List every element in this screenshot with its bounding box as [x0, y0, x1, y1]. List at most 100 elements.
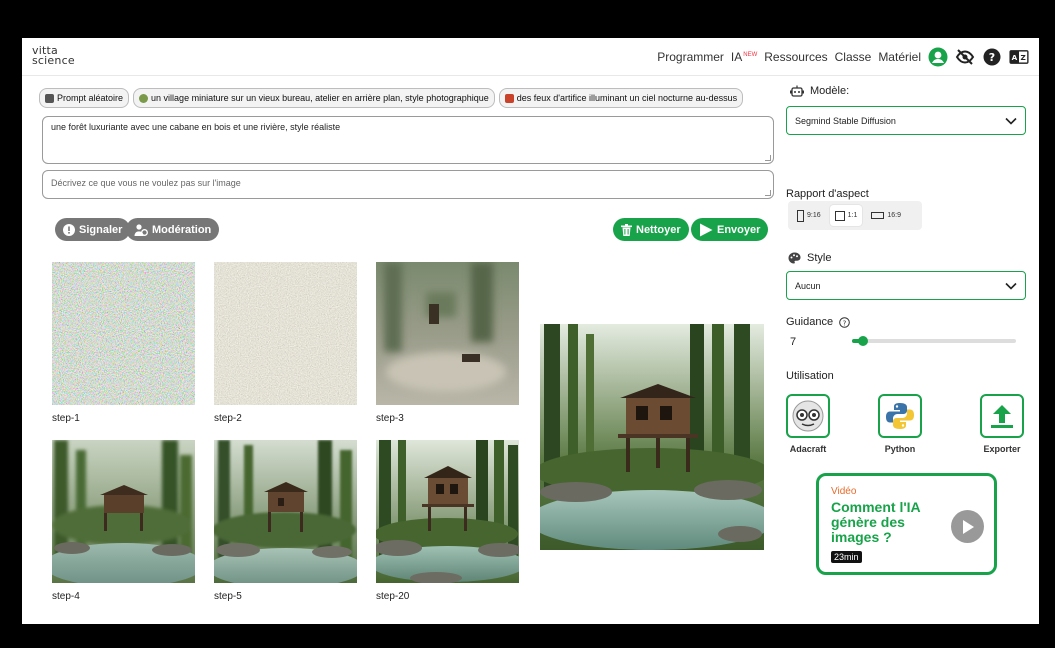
help-icon[interactable]: ? [982, 47, 1002, 67]
export-icon [980, 394, 1024, 438]
negative-prompt-placeholder: Décrivez ce que vous ne voulez pas sur l… [51, 178, 241, 188]
aspect-option-label: 16:9 [887, 212, 901, 219]
svg-text:?: ? [989, 51, 995, 64]
fireworks-icon [504, 93, 514, 103]
noise-image[interactable] [52, 262, 195, 405]
generated-result-image[interactable] [540, 324, 764, 550]
step-image-card: step-4 [44, 440, 204, 602]
video-title: Comment l'IA génère des images ? [831, 499, 921, 545]
model-select-value: Segmind Stable Diffusion [795, 115, 896, 126]
settings-sidebar: Modèle: Segmind Stable Diffusion Rapport… [786, 76, 1039, 624]
nav-materiel[interactable]: Matériel [878, 50, 921, 64]
warning-icon [63, 223, 75, 236]
tool-label: Python [884, 444, 916, 454]
landscape-icon [871, 212, 885, 219]
video-card[interactable]: Vidéo Comment l'IA génère des images ? 2… [816, 473, 997, 575]
nav-programmer[interactable]: Programmer [657, 50, 724, 64]
model-section-title: Modèle: [790, 85, 849, 97]
tool-label: Exporter [983, 444, 1021, 454]
video-kicker: Vidéo [831, 486, 857, 497]
nav-classe[interactable]: Classe [835, 50, 872, 64]
aspect-1-1-option[interactable]: 1:1 [829, 205, 863, 226]
step-label: step-20 [376, 591, 410, 602]
forest-cabin-image[interactable] [370, 440, 526, 584]
aspect-9-16-option[interactable]: 9:16 [792, 205, 826, 226]
guidance-value: 7 [790, 336, 797, 348]
nettoyer-label: Nettoyer [636, 223, 681, 236]
forest-cabin-image[interactable] [44, 440, 204, 587]
new-badge: NEW [743, 52, 758, 58]
step-label: step-5 [214, 591, 242, 602]
info-help-icon[interactable]: ? [839, 316, 850, 328]
style-select[interactable]: Aucun [786, 271, 1026, 300]
signaler-button[interactable]: Signaler [55, 218, 131, 241]
nettoyer-button[interactable]: Nettoyer [613, 218, 689, 241]
step-image-card: step-20 [370, 440, 526, 602]
guidance-slider[interactable] [852, 336, 1016, 346]
prompt-value: une forêt luxuriante avec une cabane en … [51, 122, 341, 132]
moderation-label: Modération [152, 223, 212, 236]
palette-icon [788, 252, 801, 264]
guidance-label: Guidance [786, 316, 834, 328]
aspect-option-label: 1:1 [847, 212, 858, 219]
app-page: vitta science Programmer IANEW Ressource… [22, 38, 1039, 624]
usage-section-title: Utilisation [786, 370, 834, 382]
resize-handle-icon[interactable] [765, 190, 771, 196]
fireworks-prompt-chip[interactable]: des feux d'artifice illuminant un ciel n… [498, 88, 744, 108]
svg-text:Z: Z [1020, 53, 1025, 62]
nav-ia-label: IA [730, 50, 743, 64]
village-prompt-chip[interactable]: un village miniature sur un vieux bureau… [133, 88, 495, 108]
negative-prompt-textarea[interactable]: Décrivez ce que vous ne voulez pas sur l… [42, 170, 774, 199]
moderation-button[interactable]: Modération [126, 218, 220, 241]
tool-label: Adacraft [789, 444, 827, 454]
signaler-label: Signaler [79, 223, 123, 236]
adacraft-tool[interactable]: Adacraft [778, 394, 838, 454]
model-select[interactable]: Segmind Stable Diffusion [786, 106, 1026, 135]
svg-text:A: A [1012, 53, 1018, 62]
guidance-section-title: Guidance ? [786, 316, 850, 328]
chip-label: Prompt aléatoire [57, 93, 124, 103]
style-label: Style [807, 252, 832, 264]
step-image-card: step-2 [214, 262, 357, 424]
aspect-ratio-toggle: 9:16 1:1 16:9 [788, 201, 922, 230]
guidance-slider-handle[interactable] [858, 336, 869, 346]
step-label: step-4 [52, 591, 80, 602]
translate-icon[interactable]: AZ [1009, 47, 1029, 67]
blurry-forest-image[interactable] [376, 262, 519, 405]
export-tool[interactable]: Exporter [972, 394, 1032, 454]
hide-eye-icon[interactable] [955, 47, 975, 67]
prompt-suggestions: Prompt aléatoire un village miniature su… [39, 88, 774, 108]
play-icon[interactable] [951, 510, 984, 543]
top-bar: vitta science Programmer IANEW Ressource… [22, 38, 1039, 76]
user-avatar-icon[interactable] [928, 47, 948, 67]
square-icon [834, 210, 845, 221]
envoyer-button[interactable]: Envoyer [691, 218, 769, 241]
adacraft-icon [786, 394, 830, 438]
step-label: step-1 [52, 413, 80, 424]
resize-handle-icon[interactable] [765, 155, 771, 161]
python-tool[interactable]: Python [870, 394, 930, 454]
nav-ia[interactable]: IANEW [731, 50, 757, 64]
chevron-down-icon [1005, 282, 1017, 290]
vittascience-logo[interactable]: vitta science [32, 45, 75, 66]
village-icon [139, 93, 149, 103]
aspect-16-9-option[interactable]: 16:9 [866, 205, 906, 226]
moderation-users-icon [134, 223, 148, 236]
style-select-value: Aucun [795, 280, 821, 291]
video-duration-badge: 23min [831, 551, 862, 563]
noise-image[interactable] [214, 262, 357, 405]
step-image-card: step-1 [52, 262, 195, 424]
portrait-icon [797, 209, 804, 222]
aspect-label: Rapport d'aspect [786, 188, 869, 200]
style-section-title: Style [788, 252, 831, 264]
model-label: Modèle: [810, 85, 850, 97]
prompt-textarea[interactable]: une forêt luxuriante avec une cabane en … [42, 116, 774, 164]
main-nav: Programmer IANEW Ressources Classe Matér… [657, 47, 1029, 67]
chevron-down-icon [1005, 117, 1017, 125]
forest-cabin-image[interactable] [208, 440, 364, 588]
step-image-card: step-5 [208, 440, 364, 602]
step-image-card: step-3 [376, 262, 519, 424]
random-prompt-chip[interactable]: Prompt aléatoire [39, 88, 130, 108]
send-play-icon [700, 223, 713, 236]
nav-ressources[interactable]: Ressources [764, 50, 827, 64]
